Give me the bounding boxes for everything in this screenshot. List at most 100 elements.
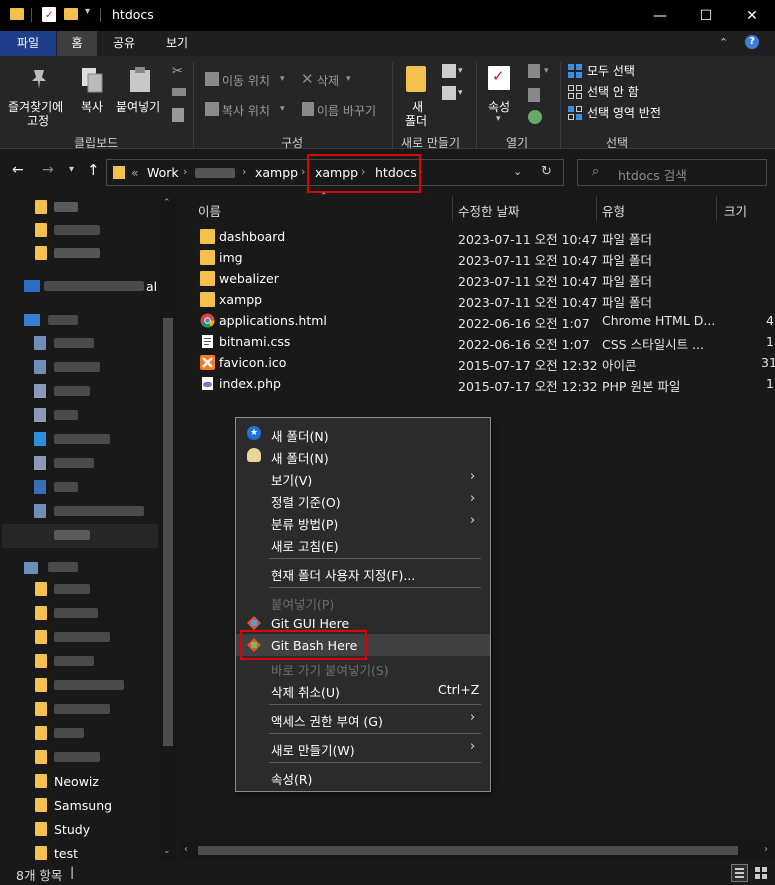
column-separator[interactable]: [716, 196, 717, 221]
column-header-type[interactable]: 유형: [602, 201, 625, 220]
rename-button[interactable]: 이름 바꾸기: [317, 102, 376, 119]
nav-item-redacted[interactable]: [54, 608, 98, 618]
breadcrumb-overflow[interactable]: «: [131, 165, 139, 180]
nav-item-redacted[interactable]: [54, 752, 100, 762]
column-header-name[interactable]: 이름: [198, 201, 221, 220]
menu-item-undo-delete[interactable]: 삭제 취소(U) Ctrl+Z: [236, 678, 490, 700]
scroll-left-icon[interactable]: ‹: [184, 844, 188, 855]
pin-label-2[interactable]: 고정: [27, 112, 49, 129]
tab-view[interactable]: 보기: [153, 31, 201, 56]
nav-scrollbar[interactable]: ⌃ ⌄: [160, 196, 176, 861]
properties-button[interactable]: 속성: [488, 98, 510, 115]
breadcrumb-work[interactable]: Work: [147, 165, 179, 180]
tab-home[interactable]: 홈: [57, 31, 97, 56]
help-icon[interactable]: ?: [745, 35, 759, 49]
column-header-size[interactable]: 크기: [724, 201, 747, 220]
refresh-icon[interactable]: ↻: [541, 164, 552, 179]
copy-path-icon[interactable]: [172, 88, 186, 96]
new-item-icon[interactable]: [442, 64, 456, 78]
close-button[interactable]: ✕: [729, 0, 775, 31]
file-row-applications[interactable]: applications.html 2022-06-16 오전 1:07 Chr…: [180, 310, 775, 331]
nav-item-redacted[interactable]: [54, 225, 100, 235]
tab-share[interactable]: 공유: [102, 31, 146, 56]
up-arrow-icon[interactable]: ↑: [87, 161, 100, 179]
nav-item-neowiz[interactable]: Neowiz: [54, 774, 99, 789]
nav-item-redacted[interactable]: [54, 410, 78, 420]
history-icon[interactable]: [528, 110, 542, 124]
tab-file[interactable]: 파일: [0, 31, 56, 56]
scroll-right-icon[interactable]: ›: [764, 844, 768, 855]
column-header-modified[interactable]: 수정한 날짜: [458, 201, 519, 220]
copy-to-button[interactable]: 복사 위치: [222, 102, 270, 119]
nav-item-test[interactable]: test: [54, 846, 78, 861]
invert-selection-button[interactable]: 선택 영역 반전: [587, 104, 661, 121]
scroll-up-icon[interactable]: ⌃: [163, 198, 171, 208]
file-row-favicon[interactable]: favicon.ico 2015-07-17 오전 12:32 아이콘 31: [180, 352, 775, 373]
nav-item-samsung[interactable]: Samsung: [54, 798, 112, 813]
nav-item-redacted[interactable]: [54, 632, 110, 642]
menu-item-customize[interactable]: 현재 폴더 사용자 지정(F)...: [236, 561, 490, 583]
file-row-img[interactable]: img 2023-07-11 오전 10:47 파일 폴더: [180, 247, 775, 268]
file-row-xampp[interactable]: xampp 2023-07-11 오전 10:47 파일 폴더: [180, 289, 775, 310]
nav-item-redacted[interactable]: [54, 248, 100, 258]
new-folder-quick-icon[interactable]: [64, 8, 78, 20]
nav-item-redacted[interactable]: [54, 202, 78, 212]
large-icons-view-icon[interactable]: [753, 865, 769, 881]
new-folder-label-2[interactable]: 폴더: [405, 112, 427, 129]
delete-button[interactable]: 삭제: [317, 72, 339, 89]
nav-item-redacted[interactable]: [54, 362, 100, 372]
nav-item-redacted[interactable]: [48, 562, 78, 572]
menu-item-new[interactable]: 새로 만들기(W) ›: [236, 736, 490, 758]
menu-item-group-by[interactable]: 분류 방법(P) ›: [236, 510, 490, 532]
recent-locations-icon[interactable]: ▾: [69, 164, 74, 175]
address-dropdown-icon[interactable]: ⌄: [513, 165, 522, 178]
nav-item-redacted[interactable]: [54, 506, 144, 516]
nav-item-redacted[interactable]: [54, 434, 110, 444]
nav-item-redacted[interactable]: [54, 338, 94, 348]
edit-icon[interactable]: [528, 88, 540, 102]
properties-quick-icon[interactable]: ✓: [42, 7, 56, 22]
paste-button[interactable]: 붙여넣기: [116, 98, 160, 115]
file-row-dashboard[interactable]: dashboard 2023-07-11 오전 10:47 파일 폴더: [180, 226, 775, 247]
breadcrumb-xampp[interactable]: xampp: [255, 165, 298, 180]
nav-item-redacted[interactable]: [48, 315, 78, 325]
nav-item-redacted[interactable]: [54, 584, 90, 594]
search-box[interactable]: ⌕ htdocs 검색: [577, 159, 767, 186]
nav-item-redacted[interactable]: [54, 530, 90, 540]
file-row-bitnami[interactable]: bitnami.css 2022-06-16 오전 1:07 CSS 스타일시트…: [180, 331, 775, 352]
nav-item-redacted[interactable]: [54, 482, 78, 492]
move-to-button[interactable]: 이동 위치: [222, 72, 270, 89]
menu-item-sort[interactable]: 정렬 기준(O) ›: [236, 488, 490, 510]
nav-item-redacted[interactable]: [54, 458, 94, 468]
breadcrumb-redacted[interactable]: [195, 168, 235, 178]
file-row-index[interactable]: index.php 2015-07-17 오전 12:32 PHP 원본 파일 …: [180, 373, 775, 394]
details-view-icon[interactable]: [731, 864, 748, 882]
open-icon[interactable]: [528, 64, 540, 78]
file-row-webalizer[interactable]: webalizer 2023-07-11 오전 10:47 파일 폴더: [180, 268, 775, 289]
menu-item-new-folder-tortoise[interactable]: ★ 새 폴더(N): [236, 422, 490, 444]
nav-item-redacted[interactable]: [44, 281, 144, 291]
nav-item-redacted[interactable]: [54, 728, 84, 738]
select-all-button[interactable]: 모두 선택: [587, 62, 635, 79]
quick-access-dropdown-icon[interactable]: ▾: [85, 6, 90, 17]
nav-item-redacted[interactable]: [54, 656, 94, 666]
scrollbar-thumb[interactable]: [198, 846, 738, 855]
copy-button[interactable]: 복사: [81, 98, 103, 115]
chevron-right-icon[interactable]: ›: [183, 165, 187, 178]
search-input[interactable]: htdocs 검색: [618, 165, 687, 184]
menu-item-view[interactable]: 보기(V) ›: [236, 466, 490, 488]
chevron-right-icon[interactable]: ›: [301, 165, 305, 178]
menu-item-refresh[interactable]: 새로 고침(E): [236, 532, 490, 554]
cut-icon[interactable]: ✂: [172, 64, 183, 79]
easy-access-icon[interactable]: [442, 86, 456, 100]
column-separator[interactable]: [596, 196, 597, 221]
minimize-button[interactable]: —: [637, 0, 683, 31]
nav-item-redacted[interactable]: [54, 680, 124, 690]
scroll-down-icon[interactable]: ⌄: [163, 846, 171, 856]
nav-item-study[interactable]: Study: [54, 822, 90, 837]
scrollbar-thumb[interactable]: [163, 318, 173, 746]
nav-item-redacted[interactable]: [54, 386, 90, 396]
paste-shortcut-icon[interactable]: [172, 108, 184, 122]
menu-item-properties[interactable]: 속성(R): [236, 765, 490, 787]
back-arrow-icon[interactable]: ←: [12, 162, 24, 178]
